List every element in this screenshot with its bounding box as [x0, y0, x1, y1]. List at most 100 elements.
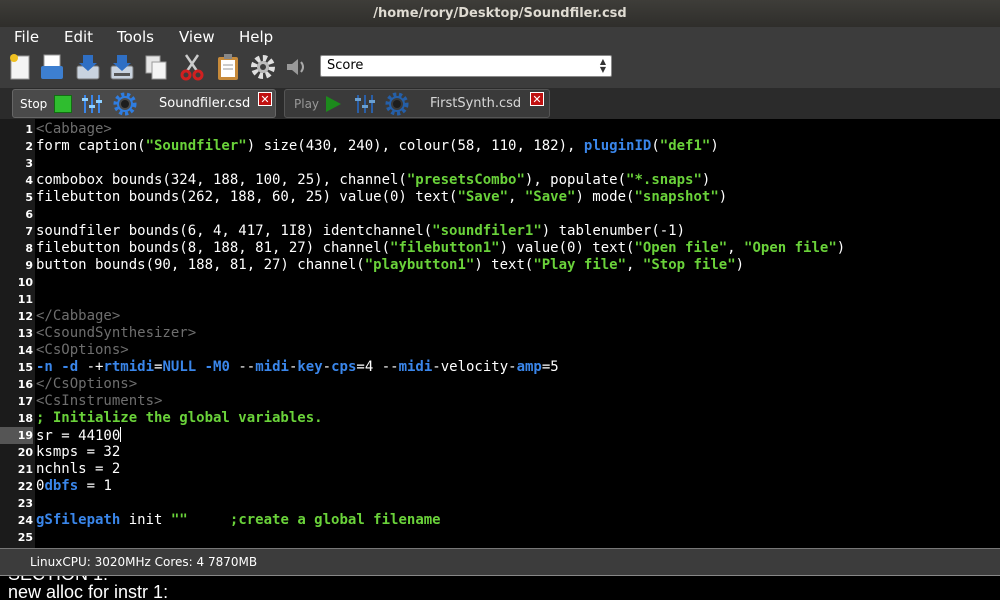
play-icon[interactable] [323, 94, 343, 114]
code-text: form caption("Soundfiler") size(430, 240… [36, 138, 719, 155]
code-line[interactable]: 7 soundfiler bounds(6, 4, 417, 1I8) ident… [0, 223, 1000, 240]
line-number: 3 [25, 157, 33, 170]
code-editor[interactable]: 1 <Cabbage> 2 form caption("Soundfiler") si… [0, 119, 1000, 548]
code-line[interactable]: 12 </Cabbage> [0, 308, 1000, 325]
view-combo[interactable]: Score ▲ ▼ [320, 55, 612, 77]
console-output[interactable]: SECTION 1: new alloc for instr 1: [0, 575, 1000, 600]
code-line[interactable]: 20 ksmps = 32 [0, 444, 1000, 461]
tab-label: FirstSynth.csd [430, 96, 522, 111]
mixer-icon[interactable] [353, 93, 377, 115]
code-line[interactable]: 18; Initialize the global variables. [0, 410, 1000, 427]
line-number: 5 [25, 191, 33, 204]
open-file-icon[interactable] [38, 52, 66, 82]
stop-label: Stop [20, 97, 48, 111]
tab-firstsynth[interactable]: Play FirstSynth.csd ✕ [284, 89, 550, 118]
code-token: <CsInstruments> [36, 393, 163, 409]
code-text: <Cabbage> [36, 121, 112, 138]
code-line[interactable]: 1 <Cabbage> [0, 121, 1000, 138]
settings-icon[interactable] [249, 52, 277, 82]
code-token: , [727, 240, 745, 256]
line-number: 25 [17, 531, 33, 544]
gear-icon[interactable] [383, 91, 411, 117]
code-token: "Open file" [634, 240, 728, 256]
code-token: = 1 [78, 478, 112, 494]
menu-edit[interactable]: Edit [64, 28, 93, 46]
paste-icon[interactable] [214, 52, 242, 82]
code-line[interactable]: 14 <CsOptions> [0, 342, 1000, 359]
code-token: button bounds(90, 188, 81, 27) channel( [36, 257, 365, 273]
code-line[interactable]: 2 form caption("Soundfiler") size(430, 24… [0, 138, 1000, 155]
menu-view[interactable]: View [179, 28, 215, 46]
code-token: cps [331, 359, 357, 375]
gear-icon[interactable] [111, 91, 139, 117]
code-line[interactable]: 24 gSfilepath init "" ;create a global fi… [0, 512, 1000, 529]
line-number: 6 [25, 208, 33, 221]
line-number: 23 [17, 497, 33, 510]
code-line[interactable]: 21 nchnls = 2 [0, 461, 1000, 478]
code-token: ) [718, 189, 728, 205]
code-token: amp [516, 359, 542, 375]
code-line[interactable]: 6 [0, 206, 1000, 223]
code-token: ;create a global filename [229, 512, 441, 528]
code-token: nchnls = 2 [36, 461, 121, 477]
speaker-icon[interactable] [282, 52, 310, 82]
code-token: <Cabbage> [36, 121, 112, 137]
code-line[interactable]: 16 </CsOptions> [0, 376, 1000, 393]
line-number: 21 [17, 463, 33, 476]
code-token: combobox bounds(324, 188, 100, 25), chan… [36, 172, 407, 188]
code-token: "soundfiler1" [432, 223, 542, 239]
line-number: 8 [25, 242, 33, 255]
menu-tools[interactable]: Tools [117, 28, 154, 46]
code-token: ) mode( [575, 189, 635, 205]
code-token: </Cabbage> [36, 308, 121, 324]
code-text: </CsOptions> [36, 376, 137, 393]
stop-icon[interactable] [54, 95, 72, 113]
file-tab-strip: Stop Soundfiler.csd ✕ Play FirstSynth.cs… [0, 88, 1000, 119]
code-token: =5 [541, 359, 559, 375]
line-number: 22 [17, 480, 33, 493]
code-line[interactable]: 8 filebutton bounds(8, 188, 81, 27) chann… [0, 240, 1000, 257]
code-token: <CsOptions> [36, 342, 129, 358]
code-line[interactable]: 23 [0, 495, 1000, 512]
line-number: 11 [17, 293, 33, 306]
code-line[interactable]: 15 -n -d -+rtmidi=NULL -M0 --midi-key-cps… [0, 359, 1000, 376]
code-token: midi [255, 359, 289, 375]
code-text: combobox bounds(324, 188, 100, 25), chan… [36, 172, 710, 189]
code-text: filebutton bounds(262, 188, 60, 25) valu… [36, 189, 727, 206]
console-line: new alloc for instr 1: [8, 582, 169, 600]
cut-icon[interactable] [178, 52, 206, 82]
code-line[interactable]: 10 [0, 274, 1000, 291]
code-line[interactable]: 9 button bounds(90, 188, 81, 27) channel(… [0, 257, 1000, 274]
line-number: 12 [17, 310, 33, 323]
code-line[interactable]: 5 filebutton bounds(262, 188, 60, 25) val… [0, 189, 1000, 206]
copy-icon[interactable] [142, 52, 170, 82]
code-line[interactable]: 13 <CsoundSynthesizer> [0, 325, 1000, 342]
code-line[interactable]: 17 <CsInstruments> [0, 393, 1000, 410]
save-icon[interactable] [74, 52, 102, 82]
code-line[interactable]: 19 sr = 44100 [0, 427, 1000, 444]
tab-soundfiler[interactable]: Stop Soundfiler.csd ✕ [12, 89, 276, 118]
code-line[interactable]: 11 [0, 291, 1000, 308]
code-text: soundfiler bounds(6, 4, 417, 1I8) identc… [36, 223, 685, 240]
menu-help[interactable]: Help [239, 28, 273, 46]
menu-file[interactable]: File [14, 28, 39, 46]
code-token: form caption( [36, 138, 146, 154]
code-token: "snapshot" [634, 189, 719, 205]
code-line[interactable]: 22 0dbfs = 1 [0, 478, 1000, 495]
code-token: "playbutton1" [364, 257, 475, 273]
save-as-icon[interactable] [108, 52, 136, 82]
new-file-icon[interactable] [6, 52, 34, 82]
code-line[interactable]: 3 [0, 155, 1000, 172]
code-token: "Save" [524, 189, 576, 205]
code-text: </Cabbage> [36, 308, 120, 325]
play-label: Play [294, 97, 320, 111]
close-tab-icon[interactable]: ✕ [530, 92, 544, 106]
line-number: 4 [25, 174, 33, 187]
code-line[interactable]: 25 [0, 529, 1000, 546]
mixer-icon[interactable] [80, 93, 104, 115]
code-line[interactable]: 4 combobox bounds(324, 188, 100, 25), cha… [0, 172, 1000, 189]
code-token: ) [836, 240, 846, 256]
close-tab-icon[interactable]: ✕ [258, 92, 272, 106]
code-token: ) size(430, 240), colour(58, 110, 182), [246, 138, 584, 154]
